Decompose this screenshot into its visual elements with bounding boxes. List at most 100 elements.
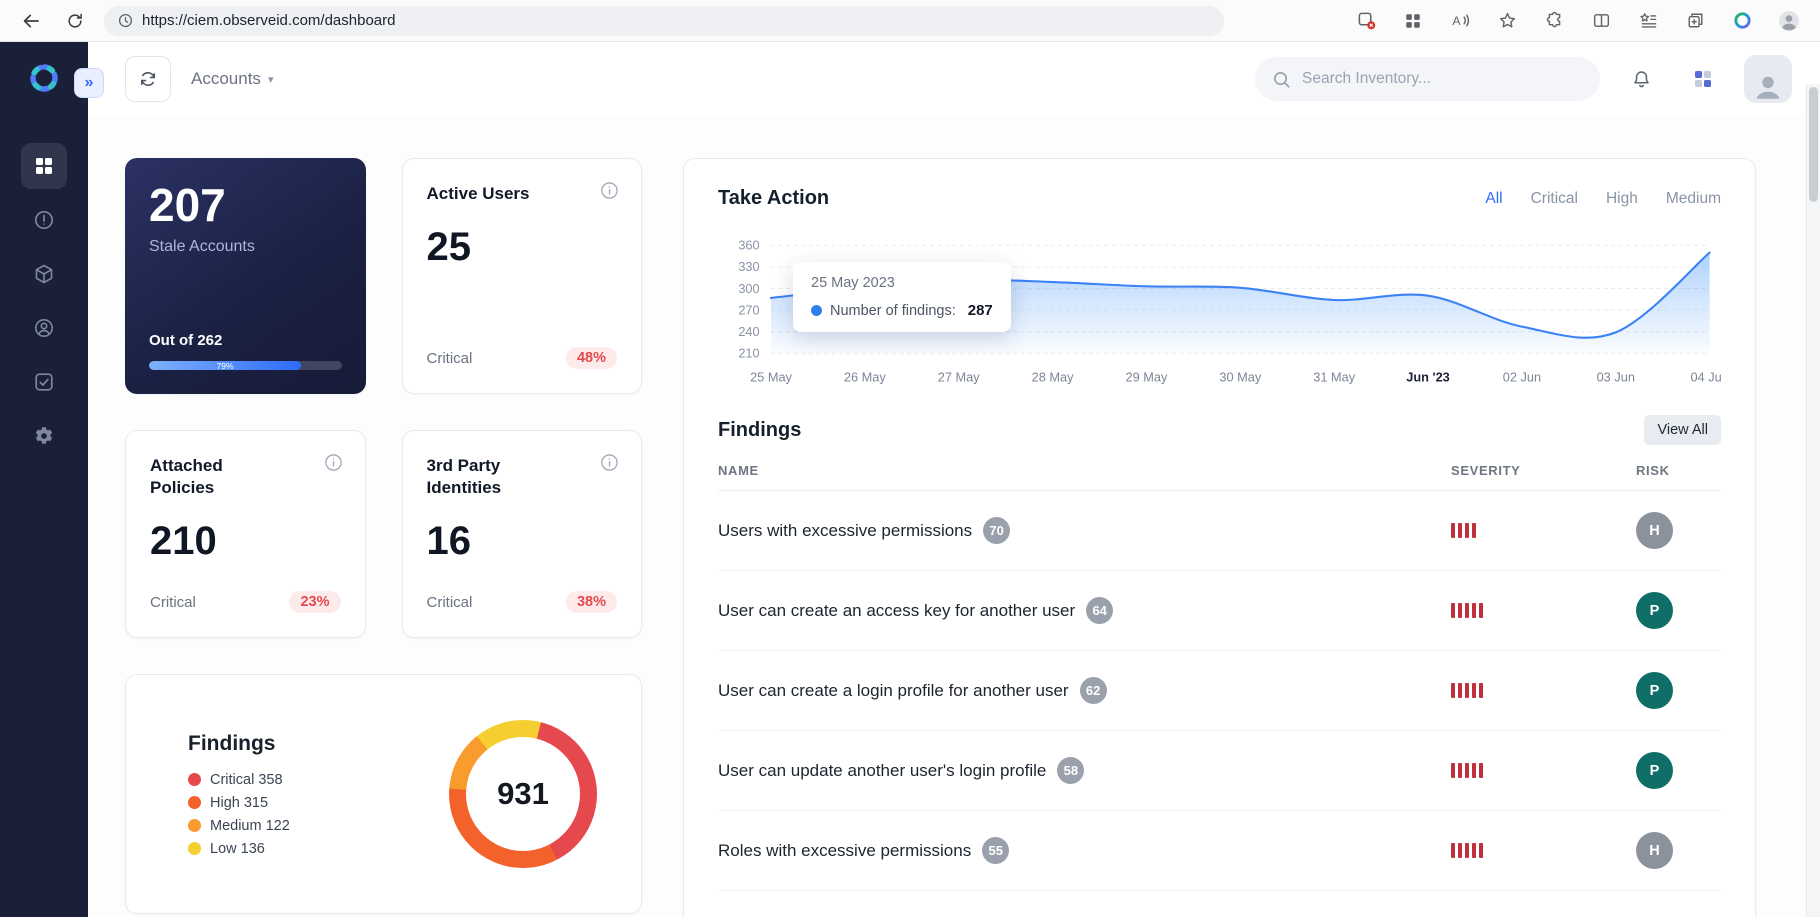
tooltip-label: Number of findings: [830, 302, 956, 319]
sidebar-nav [21, 143, 67, 467]
favorite-star-icon[interactable] [1492, 6, 1522, 36]
findings-summary-card[interactable]: Findings Critical 358 High 315 Medium 122 L… [125, 674, 642, 914]
apps-icon[interactable] [1398, 6, 1428, 36]
svg-text:270: 270 [738, 302, 759, 317]
stale-accounts-progress-fill: 79% [149, 361, 302, 370]
search-icon [1272, 70, 1291, 89]
sync-button[interactable] [125, 56, 171, 102]
third-party-identities-title: 3rd Party Identities [426, 456, 502, 498]
extension-error-icon[interactable] [1351, 6, 1381, 36]
active-users-value: 25 [426, 225, 472, 270]
critical-percentage: 48% [565, 347, 617, 369]
sidebar-item-identities[interactable] [21, 305, 67, 351]
search-inventory[interactable] [1255, 57, 1600, 101]
user-avatar[interactable] [1744, 55, 1792, 103]
sidebar-expand-button[interactable]: » [74, 68, 104, 98]
take-action-title: Take Action [718, 187, 830, 209]
browser-toolbar: https://ciem.observeid.com/dashboard A [0, 0, 1820, 42]
back-icon[interactable] [16, 6, 46, 36]
svg-text:240: 240 [738, 324, 759, 339]
finding-count-badge: 58 [1057, 757, 1085, 785]
legend-item-medium: Medium 122 [188, 818, 290, 834]
scrollbar-thumb[interactable] [1809, 87, 1818, 202]
svg-text:A: A [1452, 14, 1461, 28]
refresh-icon[interactable] [60, 6, 90, 36]
risk-avatar[interactable]: P [1636, 592, 1673, 630]
finding-row[interactable]: User can create a login profile for anot… [718, 651, 1721, 732]
critical-percentage: 23% [289, 591, 341, 613]
site-permissions-icon[interactable] [118, 13, 133, 28]
findings-donut-chart: 931 [449, 720, 597, 868]
app-switcher-icon[interactable] [1682, 58, 1724, 100]
view-all-button[interactable]: View All [1644, 415, 1721, 446]
info-icon[interactable] [600, 453, 619, 477]
severity-bars [1451, 523, 1636, 539]
finding-row[interactable]: User can update another user's login pro… [718, 731, 1721, 812]
critical-label: Critical [426, 349, 473, 367]
finding-row[interactable]: Users with excessive permissions 70 H [718, 491, 1721, 572]
stale-accounts-sub-label: Out of 262 [149, 332, 223, 349]
accounts-dropdown[interactable]: Accounts ▾ [191, 69, 273, 89]
critical-label: Critical [426, 593, 473, 611]
collections-icon[interactable] [1680, 6, 1710, 36]
risk-avatar[interactable]: H [1636, 512, 1673, 550]
sidebar-item-settings[interactable] [21, 413, 67, 459]
finding-count-badge: 55 [982, 837, 1010, 865]
info-icon[interactable] [600, 181, 619, 205]
read-aloud-icon[interactable]: A [1445, 6, 1475, 36]
notifications-bell-icon[interactable] [1620, 58, 1662, 100]
sidebar-item-tasks[interactable] [21, 359, 67, 405]
page-scrollbar[interactable] [1806, 84, 1820, 917]
sidebar [0, 42, 88, 917]
findings-table-rows: Users with excessive permissions 70 H User … [718, 491, 1721, 892]
browser-profile-avatar[interactable] [1774, 6, 1804, 36]
attached-policies-value: 210 [150, 519, 217, 564]
sidebar-item-dashboard[interactable] [21, 143, 67, 189]
take-action-panel: Take Action All Critical High Medium 210 240… [683, 158, 1756, 917]
browser-essentials-icon[interactable] [1727, 6, 1757, 36]
risk-avatar[interactable]: P [1636, 752, 1673, 790]
critical-percentage: 38% [565, 591, 617, 613]
attached-policies-card[interactable]: Attached Policies 210 Critical 23% [125, 430, 366, 638]
stale-accounts-card[interactable]: 207 Stale Accounts Out of 262 79% [125, 158, 366, 394]
info-icon[interactable] [324, 453, 343, 477]
svg-text:26 May: 26 May [844, 370, 886, 385]
legend-item-high: High 315 [188, 795, 290, 811]
tab-high[interactable]: High [1606, 190, 1638, 208]
legend-label: High 315 [210, 794, 269, 811]
sidebar-item-inventory[interactable] [21, 251, 67, 297]
tab-critical[interactable]: Critical [1531, 190, 1578, 208]
finding-row[interactable]: User can create an access key for anothe… [718, 571, 1721, 652]
address-bar[interactable]: https://ciem.observeid.com/dashboard [104, 5, 1224, 36]
active-users-card[interactable]: Active Users 25 Critical 48% [401, 158, 642, 394]
risk-avatar[interactable]: P [1636, 672, 1673, 710]
legend-label: Medium 122 [210, 817, 290, 834]
finding-name: User can create a login profile for anot… [718, 680, 1069, 700]
findings-total: 931 [497, 776, 549, 811]
favorites-bar-icon[interactable] [1633, 6, 1663, 36]
severity-bars [1451, 603, 1636, 619]
finding-row[interactable]: Roles with excessive permissions 55 H [718, 811, 1721, 892]
tab-medium[interactable]: Medium [1666, 190, 1721, 208]
svg-text:31 May: 31 May [1313, 370, 1355, 385]
legend-item-critical: Critical 358 [188, 772, 290, 788]
donut-hole: 931 [466, 737, 580, 851]
svg-text:25 May: 25 May [750, 370, 792, 385]
app-shell: » Accounts ▾ Search Inventory... 207 Sta… [0, 42, 1820, 917]
split-screen-icon[interactable] [1586, 6, 1616, 36]
svg-text:03 Jun: 03 Jun [1597, 370, 1635, 385]
severity-filter-tabs: All Critical High Medium [1485, 190, 1721, 208]
findings-trend-chart[interactable]: 210 240 270 300 330 360 25 May 26 May 27 May 28 M… [718, 234, 1721, 387]
svg-text:Jun '23: Jun '23 [1406, 370, 1449, 385]
finding-count-badge: 64 [1086, 597, 1114, 625]
svg-text:27 May: 27 May [938, 370, 980, 385]
risk-avatar[interactable]: H [1636, 832, 1673, 870]
dashboard-content: 207 Stale Accounts Out of 262 79% Active… [88, 116, 1820, 917]
third-party-identities-card[interactable]: 3rd Party Identities 16 Critical 38% [401, 430, 642, 638]
sidebar-item-alerts[interactable] [21, 197, 67, 243]
extensions-puzzle-icon[interactable] [1539, 6, 1569, 36]
search-input[interactable] [1302, 70, 1583, 88]
svg-text:330: 330 [738, 259, 759, 274]
findings-table-header: NAME SEVERITY RISK [718, 463, 1721, 492]
tab-all[interactable]: All [1485, 190, 1502, 208]
